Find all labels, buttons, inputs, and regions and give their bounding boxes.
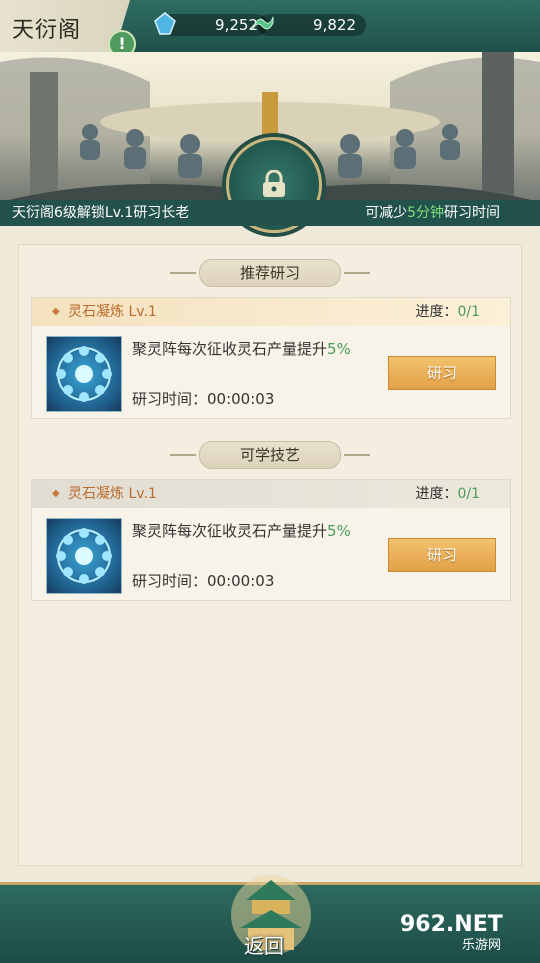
reduce-time-text: 可减少5分钟研习时间 [365, 205, 500, 221]
progress-text: 进度：0/1 [415, 304, 480, 320]
back-button[interactable]: 返回 [244, 930, 284, 959]
card-header: ◆ 灵石凝炼 Lv.1 进度：0/1 [32, 298, 510, 326]
section-title-learnable: 可学技艺 [170, 441, 370, 469]
resource-jade: 9,822 [252, 14, 366, 36]
spirit-stone-icon [154, 12, 176, 35]
skill-name: 灵石凝炼 Lv.1 [68, 486, 157, 502]
study-button[interactable]: 研习 [388, 538, 496, 572]
skill-bonus: 5% [327, 522, 351, 540]
study-time: 研习时间：00:00:03 [132, 572, 275, 590]
diamond-icon: ◆ [52, 306, 60, 317]
skill-description: 聚灵阵每次征收灵石产量提升5% [132, 522, 351, 540]
spirit-array-icon[interactable] [46, 518, 122, 594]
skill-name: 灵石凝炼 Lv.1 [68, 304, 157, 320]
top-bar: 天衍阁 ! 9,252 9,822 [0, 0, 540, 58]
lock-icon [263, 170, 285, 197]
content-panel: 推荐研习 ◆ 灵石凝炼 Lv.1 进度：0/1 聚灵阵每次征收灵石产量提升5% … [18, 244, 522, 866]
study-button[interactable]: 研习 [388, 356, 496, 390]
page-title: 天衍阁 [12, 18, 82, 43]
watermark-sub: 乐游网 [462, 938, 502, 953]
banner-info-bar: 天衍阁6级解锁Lv.1研习长老 可减少5分钟研习时间 [0, 200, 540, 226]
jade-count: 9,822 [313, 16, 356, 34]
skill-description: 聚灵阵每次征收灵石产量提升5% [132, 340, 351, 358]
skill-bonus: 5% [327, 340, 351, 358]
progress-value: 0/1 [457, 486, 480, 502]
section-title-recommended: 推荐研习 [170, 259, 370, 287]
study-time: 研习时间：00:00:03 [132, 390, 275, 408]
unlock-text: 天衍阁6级解锁Lv.1研习长老 [12, 205, 190, 221]
skill-card-learnable: ◆ 灵石凝炼 Lv.1 进度：0/1 聚灵阵每次征收灵石产量提升5% 研习时间：… [31, 479, 511, 601]
card-header: ◆ 灵石凝炼 Lv.1 进度：0/1 [32, 480, 510, 508]
skill-card-recommended: ◆ 灵石凝炼 Lv.1 进度：0/1 聚灵阵每次征收灵石产量提升5% 研习时间：… [31, 297, 511, 419]
progress-text: 进度：0/1 [415, 486, 480, 502]
diamond-icon: ◆ [52, 488, 60, 499]
reduce-value: 5分钟 [407, 205, 444, 221]
spirit-array-icon[interactable] [46, 336, 122, 412]
progress-value: 0/1 [457, 304, 480, 320]
watermark-logo: 962.NET 乐游网 [400, 912, 536, 953]
jade-dragon-icon [252, 16, 274, 30]
